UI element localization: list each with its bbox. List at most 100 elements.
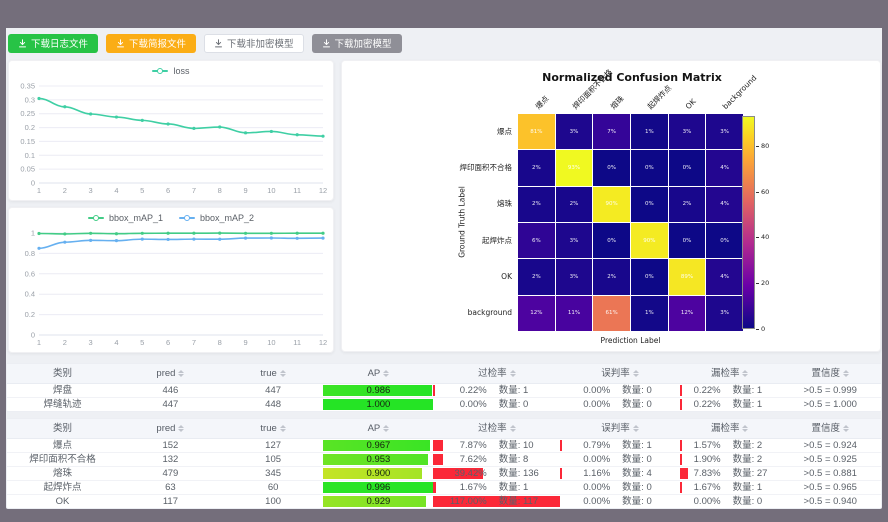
col-header-label: 漏检率 xyxy=(711,369,740,379)
confusion-matrix-ylabel: Ground Truth Label xyxy=(458,186,467,258)
matrix-cell: 6% xyxy=(518,223,555,258)
rate-text: 0.00%数量: 0 xyxy=(560,483,680,493)
cell-ap: 0.929 xyxy=(323,495,433,508)
legend-item-loss[interactable]: loss xyxy=(152,66,189,76)
ap-value: 0.967 xyxy=(367,441,391,451)
rate-text: 0.22%数量: 1 xyxy=(433,386,560,396)
cell-category: 起焊炸点 xyxy=(7,481,118,494)
col-header-label: 类别 xyxy=(53,369,72,379)
cell-overdetect-rate: 39.42%数量: 136 xyxy=(433,467,560,480)
svg-text:0.2: 0.2 xyxy=(25,310,35,319)
cell-miss-rate: 1.57%数量: 2 xyxy=(680,439,780,452)
results-table-2: 类别predtrueAP过检率误判率漏检率置信度爆点1521270.9677.8… xyxy=(6,418,882,509)
col-header-true[interactable]: true xyxy=(223,419,324,438)
svg-text:12: 12 xyxy=(319,186,327,195)
colorbar-tick-label: 0 xyxy=(761,325,765,333)
col-header-过检率[interactable]: 过检率 xyxy=(433,419,560,438)
ap-value: 0.900 xyxy=(367,469,391,479)
svg-text:5: 5 xyxy=(140,338,144,347)
svg-text:0.15: 0.15 xyxy=(20,137,35,146)
rate-percent: 7.62% xyxy=(433,455,486,465)
rate-text: 0.22%数量: 1 xyxy=(680,400,780,410)
svg-text:0.1: 0.1 xyxy=(25,151,35,160)
rate-count: 数量: 2 xyxy=(721,455,780,465)
col-header-AP[interactable]: AP xyxy=(323,364,433,383)
svg-text:0.6: 0.6 xyxy=(25,269,35,278)
matrix-cell: 0% xyxy=(593,150,630,185)
table-row: 起焊炸点63600.9961.67%数量: 10.00%数量: 01.67%数量… xyxy=(7,481,881,495)
download-encrypted-model-button[interactable]: 下载加密模型 xyxy=(312,34,402,53)
rate-text: 7.83%数量: 27 xyxy=(680,469,780,479)
svg-text:0.35: 0.35 xyxy=(20,82,35,91)
col-header-label: 过检率 xyxy=(478,424,507,434)
matrix-row-label: background xyxy=(342,308,512,318)
matrix-cell: 93% xyxy=(556,150,593,185)
confusion-matrix-xlabel: Prediction Label xyxy=(518,336,743,345)
col-header-类别: 类别 xyxy=(7,419,118,438)
col-header-漏检率[interactable]: 漏检率 xyxy=(680,364,780,383)
rate-count: 数量: 1 xyxy=(721,386,780,396)
rate-count: 数量: 1 xyxy=(487,386,561,396)
legend-item-bbox_mAP_1[interactable]: bbox_mAP_1 xyxy=(88,213,163,223)
legend-item-bbox_mAP_2[interactable]: bbox_mAP_2 xyxy=(179,213,254,223)
rate-text: 0.00%数量: 0 xyxy=(560,455,680,465)
legend-label: bbox_mAP_2 xyxy=(200,213,254,223)
rate-text: 1.67%数量: 1 xyxy=(680,483,780,493)
download-plain-model-button[interactable]: 下载非加密模型 xyxy=(204,34,304,53)
table-header-row: 类别 predtrueAP过检率误判率 漏检率 置信度 xyxy=(7,364,881,384)
svg-text:4: 4 xyxy=(114,338,118,347)
matrix-cell: 89% xyxy=(669,259,706,294)
col-header-漏检率[interactable]: 漏检率 xyxy=(680,419,780,438)
download-icon xyxy=(214,39,223,48)
matrix-cell: 2% xyxy=(556,187,593,222)
button-label: 下载日志文件 xyxy=(31,36,88,50)
colorbar-tick xyxy=(756,237,759,238)
line-chart-svg: 00.20.40.60.81123456789101112 xyxy=(9,228,333,350)
col-header-pred[interactable]: pred xyxy=(118,364,223,383)
rate-count: 数量: 117 xyxy=(487,497,561,507)
cell-category: 焊盘 xyxy=(7,384,118,397)
rate-text: 1.16%数量: 4 xyxy=(560,469,680,479)
rate-percent: 1.67% xyxy=(680,483,721,493)
rate-text: 1.90%数量: 2 xyxy=(680,455,780,465)
rate-percent: 117.00% xyxy=(433,497,486,507)
col-header-过检率[interactable]: 过检率 xyxy=(433,364,560,383)
col-header-置信度[interactable]: 置信度 xyxy=(780,364,881,383)
cell-category: OK xyxy=(7,495,118,508)
download-log-button[interactable]: 下载日志文件 xyxy=(8,34,98,53)
cell-miss-rate: 0.22%数量: 1 xyxy=(680,398,780,411)
colorbar-tick xyxy=(756,192,759,193)
ap-value: 0.953 xyxy=(367,455,391,465)
col-header-AP[interactable]: AP xyxy=(323,419,433,438)
matrix-col-label: 爆点 xyxy=(533,94,550,111)
svg-text:7: 7 xyxy=(192,186,196,195)
cell-ap: 1.000 xyxy=(323,398,433,411)
cell-category: 焊缝轨迹 xyxy=(7,398,118,411)
rate-text: 0.22%数量: 1 xyxy=(680,386,780,396)
sort-icon xyxy=(280,370,286,377)
matrix-cell: 0% xyxy=(631,259,668,294)
col-header-置信度[interactable]: 置信度 xyxy=(780,419,881,438)
rate-text: 0.00%数量: 0 xyxy=(560,386,680,396)
col-header-误判率[interactable]: 误判率 xyxy=(560,364,680,383)
download-report-button[interactable]: 下载简报文件 xyxy=(106,34,196,53)
matrix-col-label: OK xyxy=(683,97,697,111)
cell-miss-rate: 1.67%数量: 1 xyxy=(680,481,780,494)
sort-icon xyxy=(510,425,516,432)
svg-text:8: 8 xyxy=(218,186,222,195)
cell-ap: 0.986 xyxy=(323,384,433,397)
cell-pred: 479 xyxy=(118,467,223,480)
col-header-pred[interactable]: pred xyxy=(118,419,223,438)
cell-pred: 446 xyxy=(118,384,223,397)
cell-pred: 63 xyxy=(118,481,223,494)
cell-category: 焊印面积不合格 xyxy=(7,453,118,466)
rate-percent: 0.22% xyxy=(680,386,721,396)
button-label: 下载加密模型 xyxy=(335,36,392,50)
col-header-true[interactable]: true xyxy=(223,364,324,383)
rate-count: 数量: 1 xyxy=(721,400,780,410)
toolbar: 下载日志文件 下载简报文件下载非加密模型 下载加密模型 xyxy=(6,28,882,58)
app-window: { "toolbar": { "buttons": [ {"id": "down… xyxy=(0,0,888,522)
cell-ap: 0.900 xyxy=(323,467,433,480)
cell-miss-rate: 1.90%数量: 2 xyxy=(680,453,780,466)
col-header-误判率[interactable]: 误判率 xyxy=(560,419,680,438)
